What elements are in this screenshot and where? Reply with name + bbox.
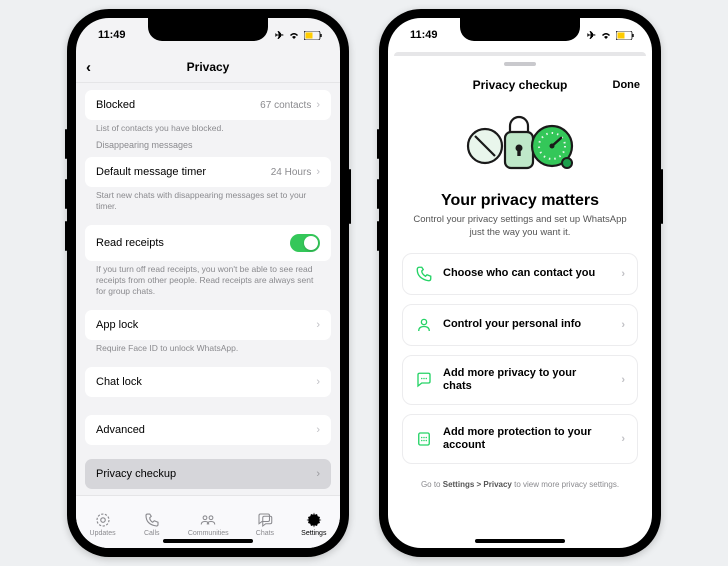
row-label: Default message timer: [96, 166, 206, 178]
caption-receipts: If you turn off read receipts, you won't…: [85, 261, 331, 298]
chevron-right-icon: ›: [316, 424, 320, 436]
battery-icon: [304, 31, 322, 40]
sheet-grabber[interactable]: [504, 62, 536, 66]
card-label: Choose who can contact you: [443, 267, 606, 280]
card-account-protection[interactable]: Add more protection to your account ›: [402, 414, 638, 464]
card-label: Add more privacy to your chats: [443, 367, 606, 393]
chevron-right-icon: ›: [316, 166, 320, 178]
airplane-icon: ✈︎: [587, 29, 596, 42]
status-icons: ✈︎: [275, 29, 322, 42]
wifi-icon: [599, 31, 613, 40]
chevron-right-icon: ›: [621, 374, 625, 386]
person-icon: [415, 316, 433, 334]
done-button[interactable]: Done: [613, 79, 641, 91]
status-time: 11:49: [98, 29, 126, 41]
privacy-illustration: [402, 108, 638, 184]
sheet-header: Privacy checkup Done: [388, 70, 652, 100]
home-indicator[interactable]: [475, 539, 565, 543]
row-label: Read receipts: [96, 237, 164, 249]
row-value: 67 contacts: [260, 100, 311, 111]
chevron-right-icon: ›: [316, 99, 320, 111]
card-contact[interactable]: Choose who can contact you ›: [402, 253, 638, 295]
row-label: Chat lock: [96, 376, 142, 388]
card-chat-privacy[interactable]: Add more privacy to your chats ›: [402, 355, 638, 405]
communities-icon: [199, 511, 217, 529]
home-indicator[interactable]: [163, 539, 253, 543]
footer-hint: Go to Settings > Privacy to view more pr…: [388, 464, 652, 513]
row-blocked[interactable]: Blocked 67 contacts ›: [85, 90, 331, 120]
chats-icon: [256, 511, 274, 529]
row-value: 24 Hours: [271, 167, 312, 178]
row-label: Advanced: [96, 424, 145, 436]
row-advanced[interactable]: Advanced ›: [85, 415, 331, 445]
caption-timer: Start new chats with disappearing messag…: [85, 187, 331, 213]
caption-blocked: List of contacts you have blocked.: [85, 120, 331, 135]
hero-subtitle: Control your privacy settings and set up…: [412, 214, 628, 240]
chevron-right-icon: ›: [316, 319, 320, 331]
status-icons: ✈︎: [587, 29, 634, 42]
page-title: Privacy checkup: [473, 78, 568, 92]
settings-icon: [305, 511, 323, 529]
chevron-right-icon: ›: [316, 376, 320, 388]
caption-applock: Require Face ID to unlock WhatsApp.: [85, 340, 331, 355]
passkey-icon: [415, 430, 433, 448]
nav-header: ‹ Privacy: [76, 52, 340, 83]
tab-settings[interactable]: Settings: [301, 511, 326, 537]
tab-calls[interactable]: Calls: [143, 511, 161, 537]
calls-icon: [143, 511, 161, 529]
chat-icon: [415, 371, 433, 389]
wifi-icon: [287, 31, 301, 40]
chevron-right-icon: ›: [621, 433, 625, 445]
updates-icon: [94, 511, 112, 529]
row-chat-lock[interactable]: Chat lock ›: [85, 367, 331, 397]
row-read-receipts[interactable]: Read receipts: [85, 225, 331, 261]
card-personal-info[interactable]: Control your personal info ›: [402, 304, 638, 346]
phone-icon: [415, 265, 433, 283]
row-default-timer[interactable]: Default message timer 24 Hours ›: [85, 157, 331, 187]
tab-chats[interactable]: Chats: [256, 511, 274, 537]
card-label: Control your personal info: [443, 318, 606, 331]
battery-icon: [616, 31, 634, 40]
chevron-right-icon: ›: [621, 319, 625, 331]
row-label: Blocked: [96, 99, 135, 111]
card-label: Add more protection to your account: [443, 426, 606, 452]
section-disappearing: Disappearing messages: [85, 135, 331, 150]
page-title: Privacy: [187, 60, 230, 74]
row-app-lock[interactable]: App lock ›: [85, 310, 331, 340]
chevron-right-icon: ›: [316, 468, 320, 480]
tab-communities[interactable]: Communities: [188, 511, 229, 537]
airplane-icon: ✈︎: [275, 29, 284, 42]
toggle-read-receipts[interactable]: [290, 234, 320, 252]
hero-title: Your privacy matters: [402, 192, 638, 210]
status-time: 11:49: [410, 29, 438, 41]
row-privacy-checkup[interactable]: Privacy checkup ›: [85, 459, 331, 489]
tab-updates[interactable]: Updates: [90, 511, 116, 537]
back-button[interactable]: ‹: [86, 59, 91, 76]
chevron-right-icon: ›: [621, 268, 625, 280]
row-label: App lock: [96, 319, 138, 331]
row-label: Privacy checkup: [96, 468, 176, 480]
